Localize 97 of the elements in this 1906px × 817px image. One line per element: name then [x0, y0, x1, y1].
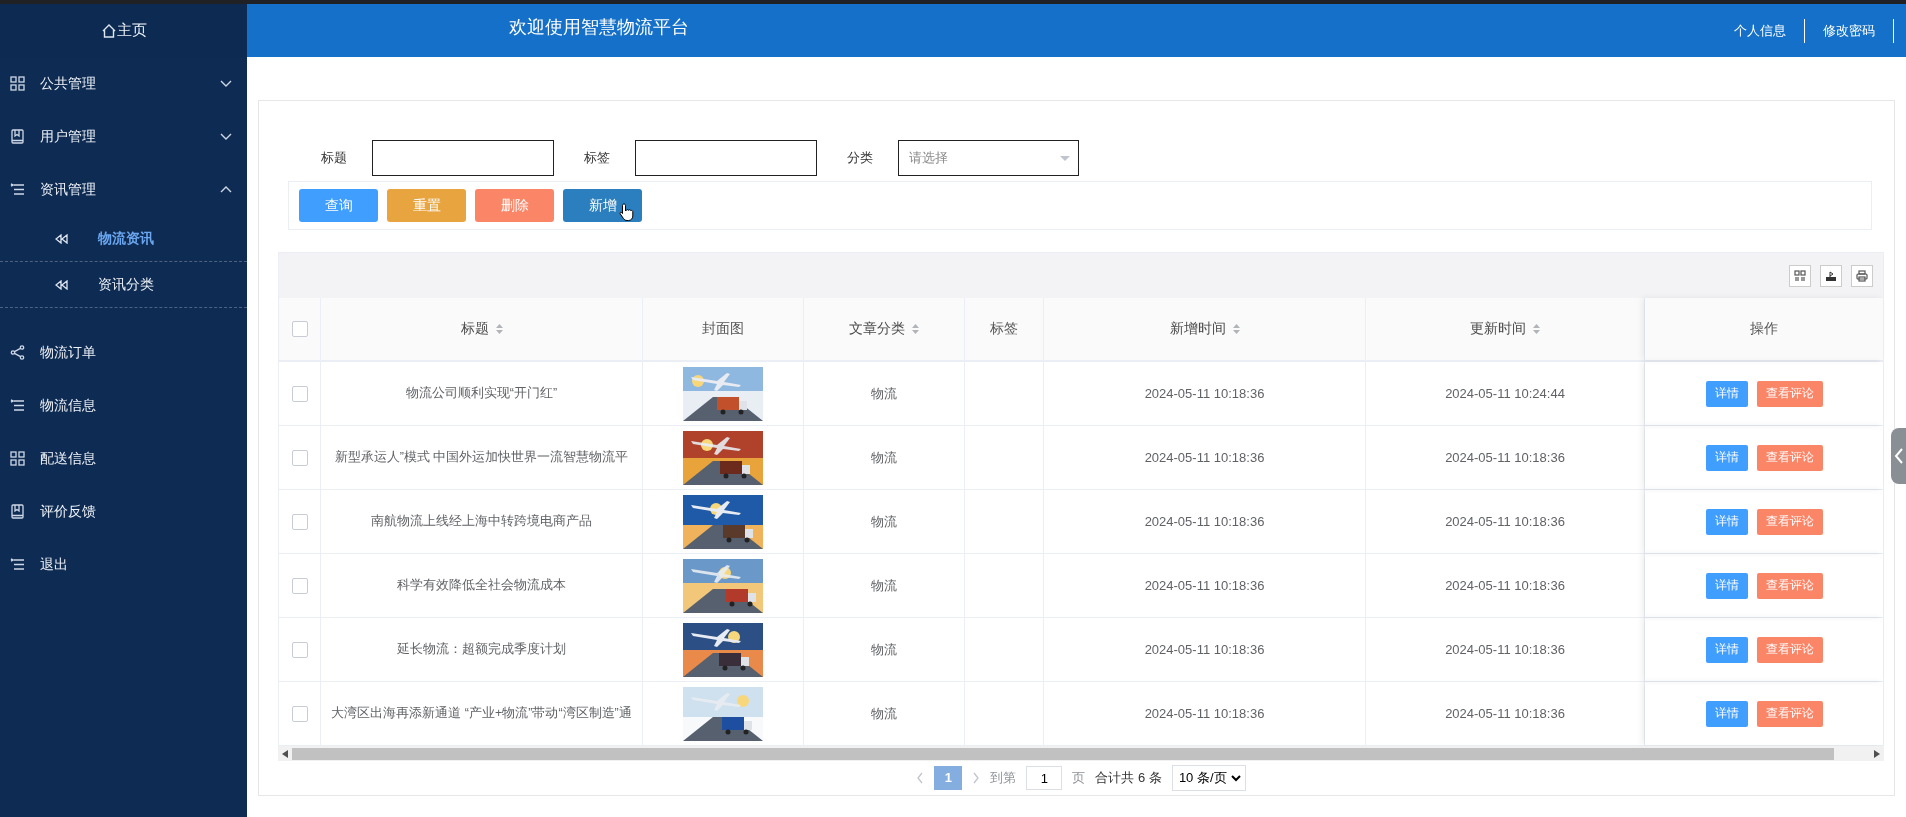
date-text: 2024-05-11 10:24:44 — [1445, 386, 1565, 402]
page-size-select[interactable]: 10 条/页 — [1171, 765, 1246, 792]
title-text: 物流公司顺利实现“开门红” — [405, 385, 558, 403]
page-input[interactable]: 1 — [1026, 766, 1063, 791]
menu-item[interactable]: 配送信息 — [0, 432, 247, 485]
columns-icon[interactable] — [1793, 268, 1807, 283]
title-text: 延长物流：超额完成季度计划 — [397, 641, 566, 659]
grid-icon — [10, 451, 25, 466]
checkbox[interactable] — [291, 321, 308, 338]
menu-item[interactable]: 用户管理 — [0, 110, 247, 163]
list-icon — [10, 398, 25, 413]
sort-icon — [1533, 324, 1540, 335]
checkbox[interactable] — [291, 705, 308, 722]
prev-page-icon — [916, 772, 925, 785]
action-button[interactable]: 新增 — [563, 189, 642, 223]
export-icon[interactable] — [1824, 268, 1838, 283]
column-header: 封面图 — [702, 320, 744, 339]
rewind-icon — [55, 233, 68, 244]
book-icon — [10, 504, 25, 519]
category-text: 物流 — [871, 640, 897, 659]
scroll-right-icon[interactable] — [1874, 749, 1880, 758]
checkbox[interactable] — [291, 577, 308, 594]
dropdown-caret-icon — [1230, 774, 1241, 782]
filter-input[interactable] — [635, 140, 817, 176]
header-link[interactable]: 修改密码 — [1805, 18, 1894, 43]
column-header: 标签 — [990, 320, 1018, 339]
print-icon[interactable] — [1855, 268, 1869, 283]
filter-input[interactable] — [372, 140, 554, 176]
checkbox[interactable] — [291, 513, 308, 530]
category-text: 物流 — [871, 512, 897, 531]
sort-icon — [912, 324, 919, 335]
total-count: 合计共 6 条 — [1095, 769, 1162, 788]
date-text: 2024-05-11 10:18:36 — [1144, 706, 1265, 722]
next-page-icon — [972, 772, 981, 785]
date-text: 2024-05-11 10:18:36 — [1445, 706, 1565, 722]
submenu-item[interactable]: 资讯分类 — [0, 262, 247, 308]
column-header: 操作 — [1750, 320, 1778, 339]
details-button[interactable]: 详情 — [1705, 508, 1748, 535]
page-title: 欢迎使用智慧物流平台 — [509, 15, 689, 39]
sort-icon — [1232, 324, 1240, 335]
home-icon — [100, 22, 117, 39]
date-text: 2024-05-11 10:18:36 — [1445, 514, 1565, 530]
category-select[interactable]: 请选择 — [898, 140, 1079, 176]
menu-item[interactable]: 评价反馈 — [0, 485, 247, 538]
column-header[interactable]: 标题 — [460, 320, 503, 339]
sort-icon — [495, 324, 503, 335]
date-text: 2024-05-11 10:18:36 — [1144, 514, 1265, 530]
action-button[interactable]: 查询 — [299, 189, 378, 223]
share-icon — [10, 345, 25, 360]
column-header[interactable]: 更新时间 — [1470, 320, 1540, 339]
details-button[interactable]: 详情 — [1705, 572, 1748, 599]
list-icon — [10, 182, 25, 197]
date-text: 2024-05-11 10:18:36 — [1144, 450, 1265, 466]
rewind-icon — [55, 279, 68, 290]
category-text: 物流 — [871, 384, 897, 403]
checkbox[interactable] — [291, 385, 308, 402]
dropdown-caret-icon — [1060, 155, 1070, 161]
title-text: 科学有效降低全社会物流成本 — [397, 577, 566, 595]
date-text: 2024-05-11 10:18:36 — [1144, 578, 1265, 594]
details-button[interactable]: 详情 — [1705, 444, 1748, 471]
date-text: 2024-05-11 10:18:36 — [1445, 578, 1565, 594]
checkbox[interactable] — [291, 449, 308, 466]
menu-item[interactable]: 物流信息 — [0, 379, 247, 432]
page-unit-label: 页 — [1072, 769, 1086, 788]
filter-label: 分类 — [847, 149, 873, 167]
date-text: 2024-05-11 10:18:36 — [1445, 450, 1565, 466]
category-text: 物流 — [871, 704, 897, 723]
menu-item[interactable]: 退出 — [0, 538, 247, 591]
menu-item[interactable]: 公共管理 — [0, 57, 247, 110]
filter-label: 标签 — [584, 149, 610, 167]
checkbox[interactable] — [291, 641, 308, 658]
submenu-item[interactable]: 物流资讯 — [0, 216, 247, 262]
filter-label: 标题 — [321, 149, 347, 167]
grid-icon — [10, 76, 25, 91]
date-text: 2024-05-11 10:18:36 — [1144, 386, 1265, 402]
scroll-left-icon[interactable] — [282, 749, 288, 758]
date-text: 2024-05-11 10:18:36 — [1144, 642, 1265, 658]
horizontal-scrollbar[interactable] — [278, 746, 1884, 762]
column-header[interactable]: 新增时间 — [1169, 320, 1240, 339]
details-button[interactable]: 详情 — [1705, 700, 1748, 727]
side-handle[interactable] — [1891, 428, 1906, 484]
menu-item[interactable]: 物流订单 — [0, 326, 247, 379]
title-text: 大湾区出海再添新通道 “产业+物流”带动“湾区制造”通 — [331, 705, 632, 723]
title-text: 新型承运人”模式 中国外运加快世界一流智慧物流平 — [334, 449, 629, 467]
menu-item[interactable]: 资讯管理 — [0, 163, 247, 216]
date-text: 2024-05-11 10:18:36 — [1445, 642, 1565, 658]
details-button[interactable]: 详情 — [1705, 636, 1748, 663]
header-link[interactable]: 个人信息 — [1734, 18, 1805, 43]
category-text: 物流 — [871, 448, 897, 467]
details-button[interactable]: 详情 — [1705, 380, 1748, 407]
column-header[interactable]: 文章分类 — [849, 320, 919, 339]
category-text: 物流 — [871, 576, 897, 595]
cursor-icon — [619, 203, 634, 223]
list-icon — [10, 557, 25, 572]
title-text: 南航物流上线经上海中转跨境电商产品 — [371, 513, 592, 531]
book-icon — [10, 129, 25, 144]
goto-label: 到第 — [990, 769, 1017, 788]
